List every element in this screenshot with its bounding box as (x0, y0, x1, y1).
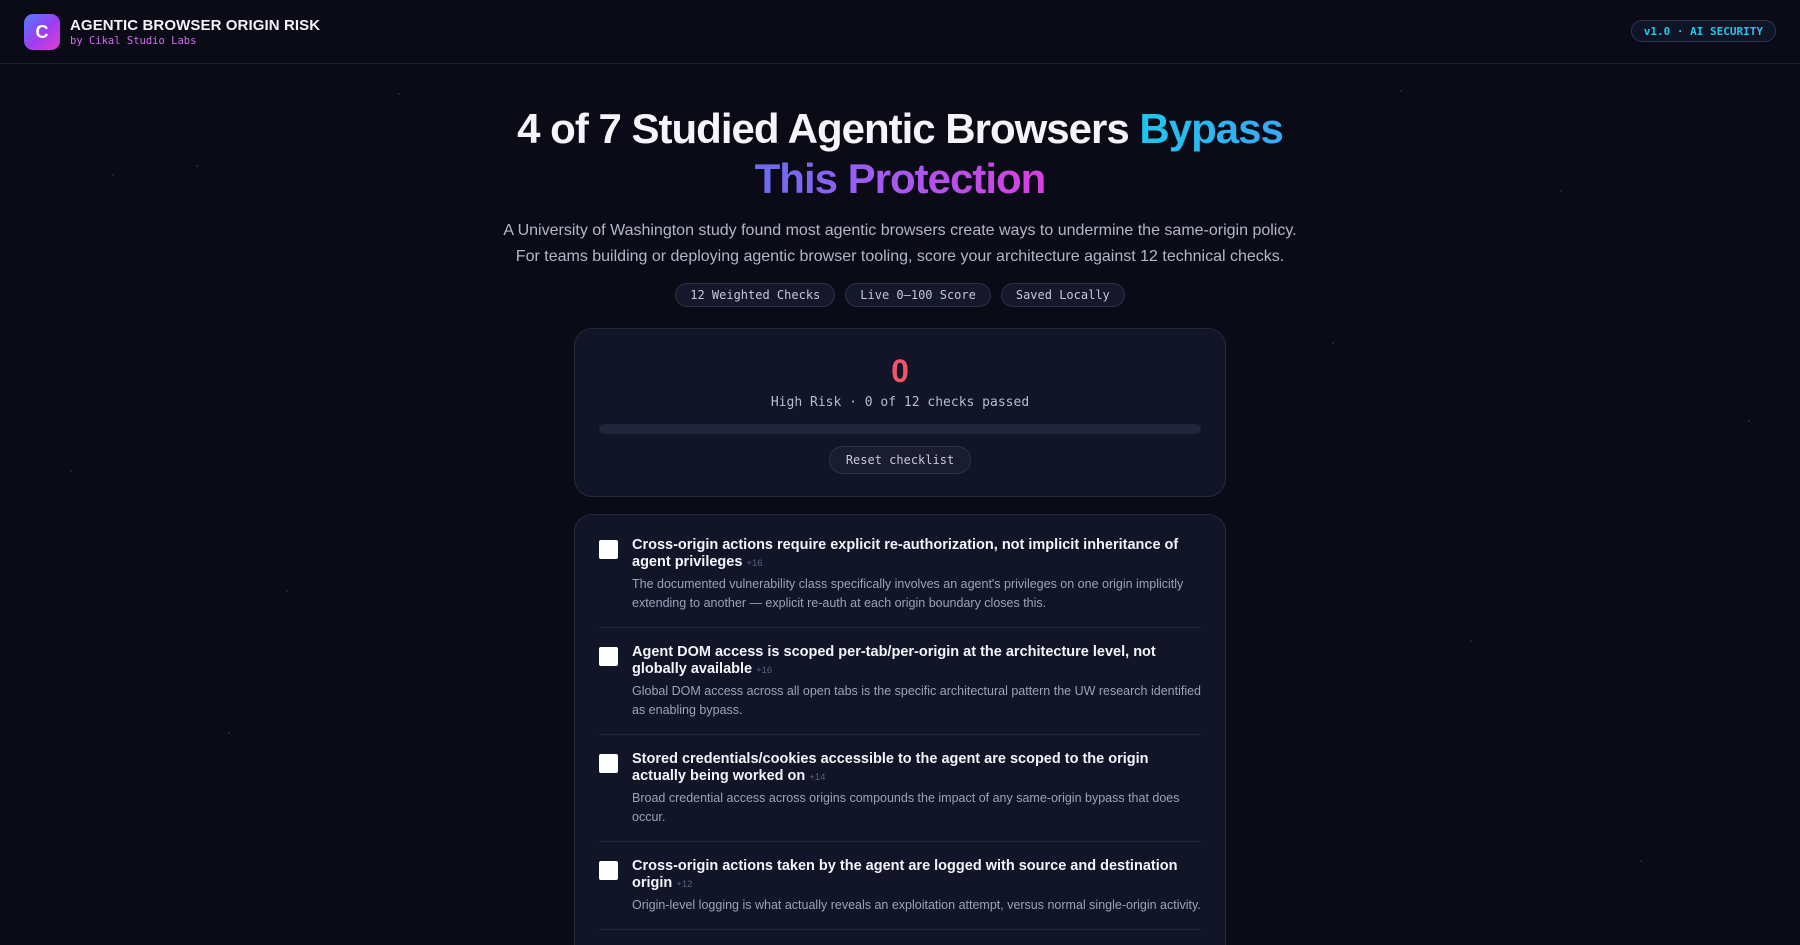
app-subtitle: by Cikal Studio Labs (70, 35, 197, 47)
checklist-item[interactable]: Stored credentials/cookies accessible to… (599, 751, 1201, 842)
checklist-item[interactable]: Cross-origin actions taken by the agent … (599, 858, 1201, 930)
checklist-item[interactable]: Cross-origin actions require explicit re… (599, 537, 1201, 628)
headline-plain: 4 of 7 Studied Agentic Browsers (517, 105, 1140, 152)
checklist-item-weight: +16 (746, 558, 763, 569)
checkbox[interactable] (599, 647, 618, 666)
checklist-item-title: Cross-origin actions require explicit re… (632, 537, 1179, 570)
checklist-item-title: Agent DOM access is scoped per-tab/per-o… (632, 644, 1156, 677)
top-bar: C AGENTIC BROWSER ORIGIN RISK by Cikal S… (0, 0, 1800, 64)
checklist-item-title: Stored credentials/cookies accessible to… (632, 751, 1149, 784)
app-title: AGENTIC BROWSER ORIGIN RISK (70, 17, 321, 34)
version-badge: v1.0 · AI SECURITY (1630, 20, 1776, 42)
score-progress-bar (599, 424, 1201, 434)
score-card: 0 High Risk · 0 of 12 checks passed Rese… (574, 328, 1226, 497)
checkbox[interactable] (599, 861, 618, 880)
checklist-item-weight: +14 (809, 772, 826, 783)
hero-description-line-2: For teams building or deploying agentic … (515, 248, 1285, 265)
feature-chips: 12 Weighted Checks Live 0–100 Score Save… (0, 283, 1800, 307)
score-value: 0 (891, 353, 909, 389)
headline-accent-protection: This Protection (754, 155, 1047, 202)
checklist-item-description: The documented vulnerability class speci… (632, 577, 1184, 610)
checkbox[interactable] (599, 540, 618, 559)
app-logo: C (24, 14, 60, 50)
checklist-item[interactable]: Agent DOM access is scoped per-tab/per-o… (599, 644, 1201, 735)
page-title: 4 of 7 Studied Agentic Browsers Bypass T… (0, 104, 1800, 204)
headline-accent-bypass: Bypass (1139, 105, 1283, 152)
chip-weighted-checks: 12 Weighted Checks (675, 283, 836, 307)
checkbox[interactable] (599, 754, 618, 773)
hero-section: 4 of 7 Studied Agentic Browsers Bypass T… (0, 104, 1800, 307)
chip-saved-locally: Saved Locally (1000, 283, 1125, 307)
checklist-item-weight: +16 (756, 665, 773, 676)
reset-checklist-button[interactable]: Reset checklist (828, 446, 972, 474)
hero-description-line-1: A University of Washington study found m… (503, 222, 1297, 239)
checklist-item-description: Global DOM access across all open tabs i… (632, 684, 1202, 717)
checklist: Cross-origin actions require explicit re… (574, 514, 1226, 945)
checklist-item-description: Broad credential access across origins c… (632, 791, 1180, 824)
chip-live-score: Live 0–100 Score (845, 283, 991, 307)
checklist-item-weight: +12 (676, 879, 693, 890)
checklist-item-title: Cross-origin actions taken by the agent … (632, 858, 1178, 891)
score-status: High Risk · 0 of 12 checks passed (770, 395, 1030, 410)
checklist-item-description: Origin-level logging is what actually re… (632, 898, 1201, 912)
